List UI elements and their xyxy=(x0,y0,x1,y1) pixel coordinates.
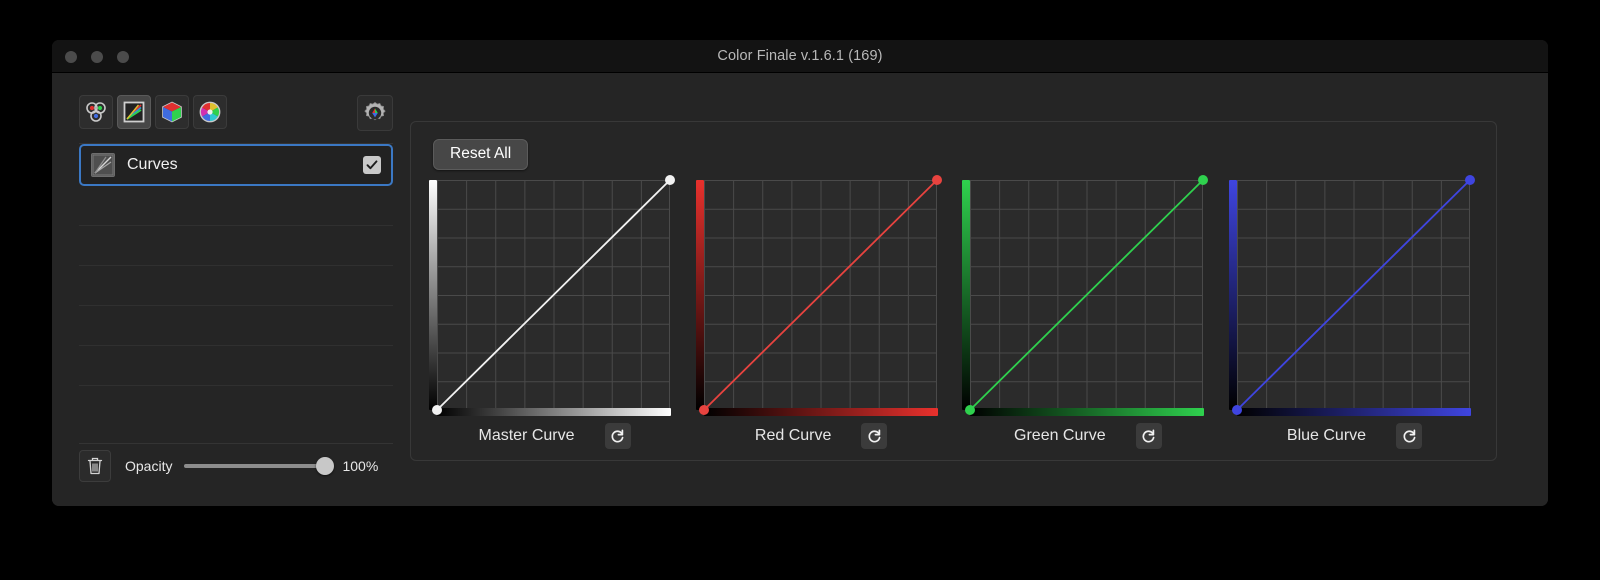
curve-footer: Green Curve xyxy=(960,423,1215,449)
layer-row-empty[interactable] xyxy=(79,266,393,306)
opacity-slider-handle[interactable] xyxy=(316,456,335,475)
curves-tool-button[interactable] xyxy=(117,95,151,129)
curve-control-point-1[interactable] xyxy=(931,175,942,185)
curve-plot[interactable] xyxy=(960,175,1209,416)
checkmark-icon xyxy=(366,160,378,170)
curve-plot[interactable] xyxy=(1227,175,1475,416)
lut-cube-tool-button[interactable] xyxy=(155,95,189,129)
layer-row-curves[interactable]: Curves xyxy=(79,144,393,186)
layer-row-empty[interactable] xyxy=(79,226,393,266)
layer-row-empty[interactable] xyxy=(79,186,393,226)
curve-footer: Master Curve xyxy=(427,423,682,449)
curve-plot[interactable] xyxy=(694,175,942,416)
window-title: Color Finale v.1.6.1 (169) xyxy=(717,48,883,64)
curve-control-point-1[interactable] xyxy=(665,175,675,185)
curve-control-point-1[interactable] xyxy=(1464,175,1475,185)
curve-line[interactable] xyxy=(960,175,1209,416)
rgb-cube-icon xyxy=(162,101,182,123)
curve-cell-green-curve: Green Curve xyxy=(960,175,1215,453)
layer-name-label: Curves xyxy=(127,156,178,173)
reset-all-button[interactable]: Reset All xyxy=(433,139,529,170)
window-body: Curves Opacity 100% Reset All Master Cur… xyxy=(52,73,1548,506)
title-bar: Color Finale v.1.6.1 (169) xyxy=(52,40,1548,73)
curve-cell-master-curve: Master Curve xyxy=(427,175,682,453)
sidebar-footer: Opacity 100% xyxy=(79,443,393,487)
curve-footer: Blue Curve xyxy=(1227,423,1482,449)
gear-rgb-icon xyxy=(364,102,386,121)
settings-gear-button[interactable] xyxy=(357,95,393,131)
curve-control-point-0[interactable] xyxy=(1231,405,1242,415)
reset-curve-button[interactable] xyxy=(861,423,888,449)
application-window: Color Finale v.1.6.1 (169) Curves Opacit… xyxy=(52,40,1548,506)
curve-plot[interactable] xyxy=(427,175,675,416)
refresh-circular-arrow-icon xyxy=(1403,429,1415,443)
layer-row-empty[interactable] xyxy=(79,346,393,386)
curves-panel: Reset All Master Curve Red Curve Green Cur… xyxy=(410,121,1497,461)
curves-layer-thumbnail-icon xyxy=(91,153,115,177)
curve-cell-blue-curve: Blue Curve xyxy=(1227,175,1482,453)
tool-bar xyxy=(79,95,393,133)
color-wheels-tool-button[interactable] xyxy=(79,95,113,129)
reset-curve-button[interactable] xyxy=(1135,423,1162,449)
refresh-circular-arrow-icon xyxy=(611,429,624,443)
curve-cell-red-curve: Red Curve xyxy=(694,175,949,453)
layer-enabled-checkbox[interactable] xyxy=(363,156,381,174)
opacity-slider[interactable] xyxy=(184,456,335,475)
curve-control-point-0[interactable] xyxy=(965,405,976,415)
opacity-value-label: 100% xyxy=(342,457,379,474)
reset-curve-button[interactable] xyxy=(1396,423,1423,449)
refresh-circular-arrow-icon xyxy=(868,429,881,443)
opacity-label: Opacity xyxy=(125,457,173,474)
curve-line[interactable] xyxy=(427,175,675,416)
curve-line[interactable] xyxy=(694,175,942,416)
curve-control-point-0[interactable] xyxy=(698,405,709,415)
refresh-circular-arrow-icon xyxy=(1142,429,1155,443)
app-root: Color Finale v.1.6.1 (169) Curves Opacit… xyxy=(0,0,1600,580)
curve-control-point-1[interactable] xyxy=(1198,175,1209,185)
curve-title-label: Blue Curve xyxy=(1286,427,1367,444)
curve-title-label: Master Curve xyxy=(478,427,575,444)
sidebar: Curves Opacity 100% xyxy=(79,95,393,487)
trash-icon xyxy=(87,457,103,474)
tool-button-group xyxy=(79,95,227,129)
color-wheel-tool-button[interactable] xyxy=(193,95,227,129)
curve-grid: Master Curve Red Curve Green Curve Blue Cur… xyxy=(427,175,1482,453)
curve-title-label: Green Curve xyxy=(1014,427,1106,444)
layer-list: Curves xyxy=(79,143,393,423)
three-circles-rgb-icon xyxy=(86,102,106,122)
curve-line[interactable] xyxy=(1227,175,1475,416)
curve-title-label: Red Curve xyxy=(754,427,832,444)
color-wheel-icon xyxy=(199,101,221,123)
reset-curve-button[interactable] xyxy=(604,423,631,449)
layer-row-empty[interactable] xyxy=(79,306,393,346)
curve-control-point-0[interactable] xyxy=(432,405,442,415)
curve-footer: Red Curve xyxy=(694,423,949,449)
diagonal-rainbow-square-icon xyxy=(123,101,145,123)
delete-layer-button[interactable] xyxy=(79,449,111,482)
